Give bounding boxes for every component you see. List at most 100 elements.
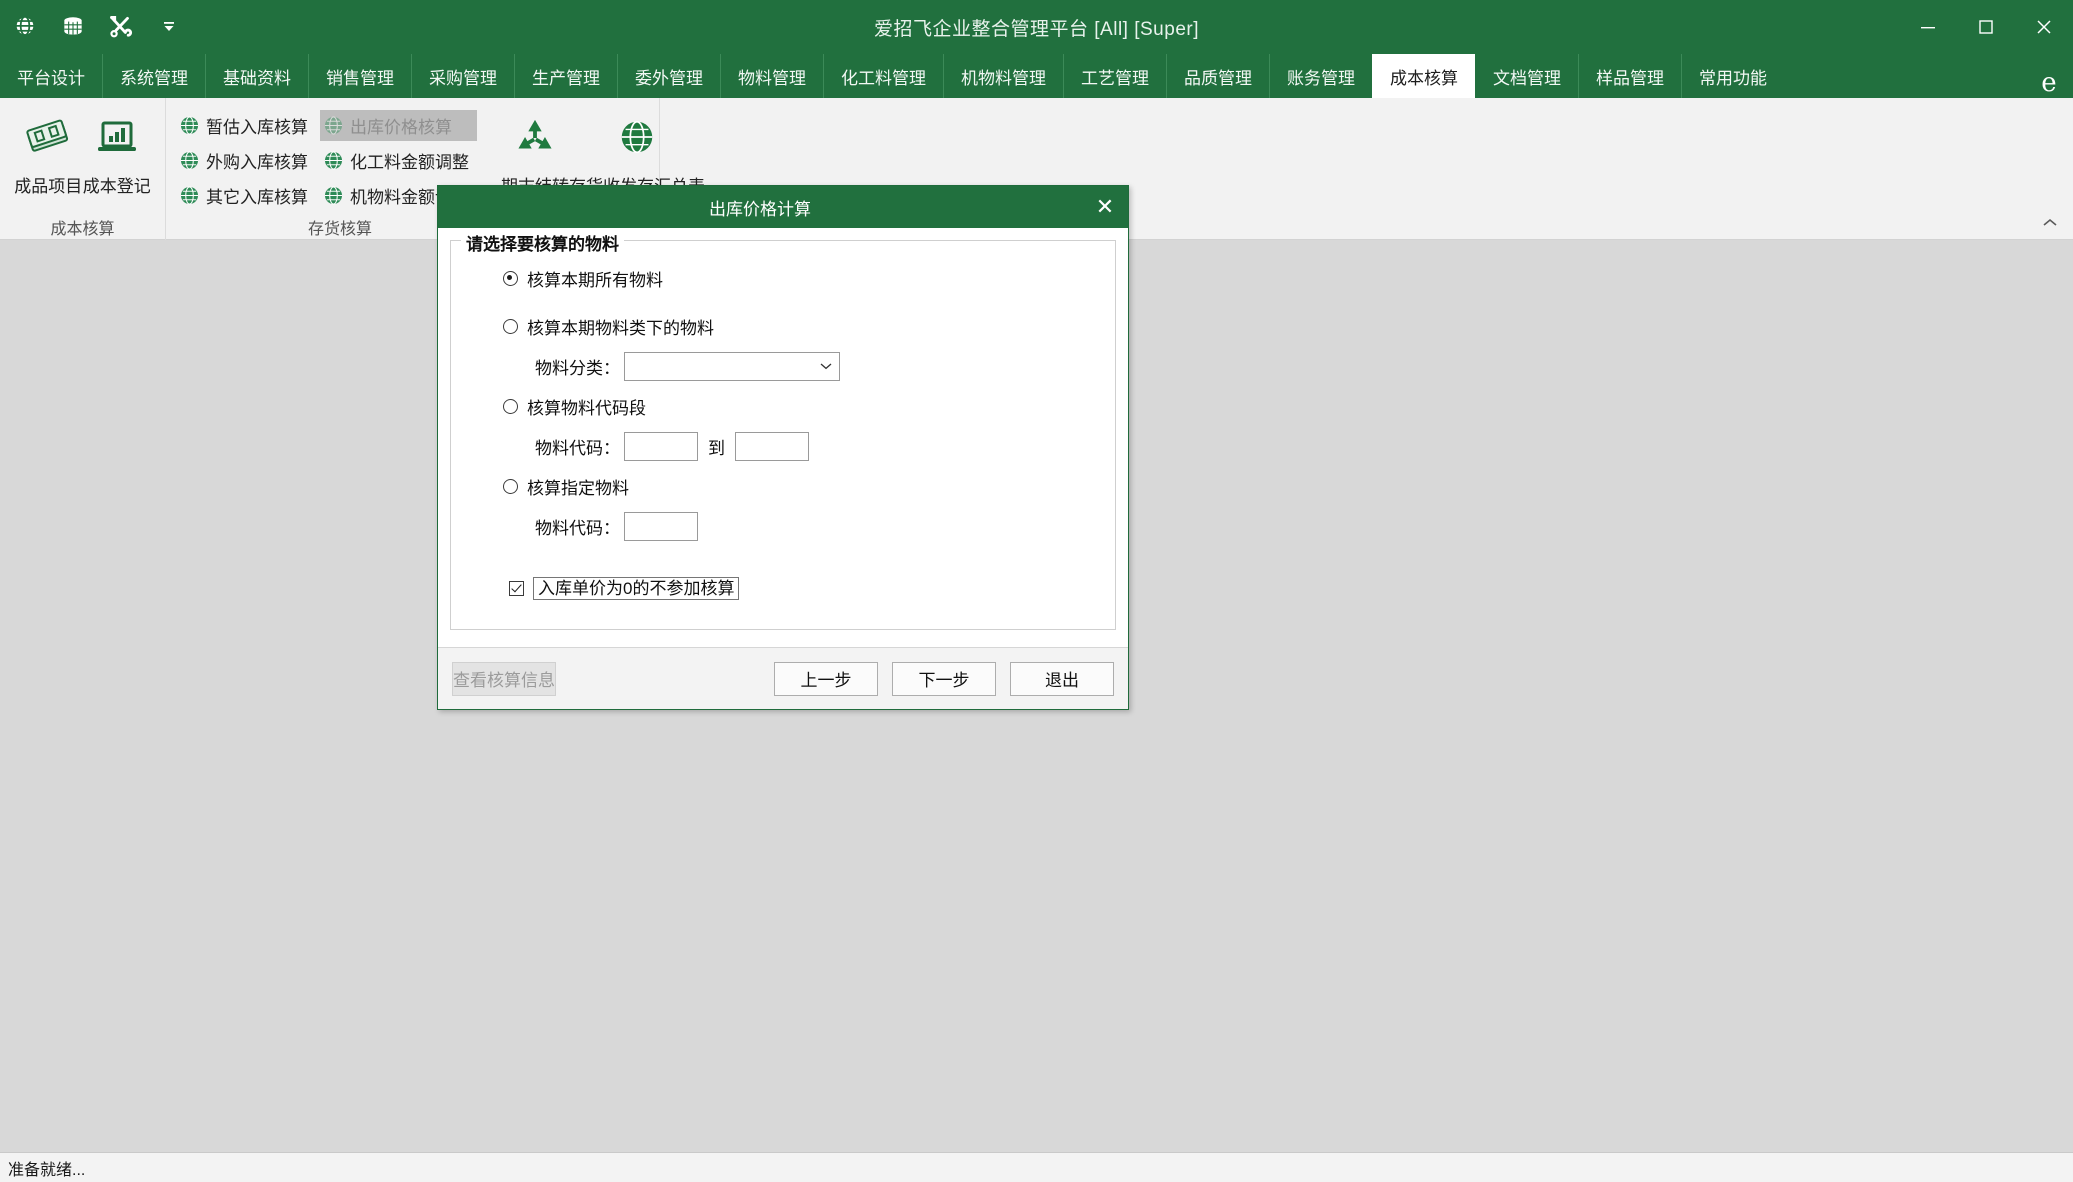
ribbon-button-period-end-carryover[interactable]: 期末结转	[501, 106, 569, 197]
material-code-input[interactable]	[624, 511, 698, 541]
tab-basic-data[interactable]: 基础资料	[205, 54, 308, 98]
close-icon[interactable]	[2015, 0, 2073, 54]
ribbon-button-cost-registration[interactable]: 成本登记	[83, 106, 152, 197]
chevron-down-icon[interactable]	[154, 12, 184, 42]
tab-quality-management[interactable]: 品质管理	[1166, 54, 1269, 98]
recycle-icon	[512, 112, 558, 164]
view-accounting-info-button[interactable]: 查看核算信息	[452, 661, 556, 696]
tab-label: 销售管理	[326, 68, 394, 88]
tab-cost-accounting[interactable]: 成本核算	[1372, 54, 1475, 98]
database-icon[interactable]	[58, 12, 88, 42]
tab-label: 样品管理	[1596, 68, 1664, 88]
ribbon-button-label: 成本登记	[82, 177, 151, 196]
tools-icon[interactable]	[106, 12, 136, 42]
ribbon-button-purchased-inbound-accounting[interactable]: 外购入库核算	[176, 145, 316, 176]
ribbon-button-chemical-amount-adjustment[interactable]: 化工料金额调整	[320, 145, 477, 176]
ribbon-button-label: 其它入库核算	[206, 188, 308, 207]
ribbon-group-title: 成本核算	[50, 221, 115, 238]
chevron-up-icon[interactable]	[2041, 216, 2059, 233]
radio-material-code-range[interactable]: 核算物料代码段	[503, 387, 1101, 425]
ribbon-button-other-inbound-accounting[interactable]: 其它入库核算	[176, 180, 316, 211]
tab-common-functions[interactable]: 常用功能	[1681, 54, 1784, 98]
tab-label: 化工料管理	[841, 68, 926, 88]
page-title: 爱招飞企业整合管理平台 [All] [Super]	[874, 18, 1199, 40]
next-step-button[interactable]: 下一步	[892, 661, 996, 696]
exit-button[interactable]: 退出	[1010, 661, 1114, 696]
checkbox-label: 入库单价为0的不参加核算	[533, 576, 740, 600]
material-code-range-row: 物料代码： 到	[535, 425, 1101, 467]
ribbon-small-column-1: 暂估入库核算 外购入库核算 其它入库核算	[176, 106, 316, 211]
material-selection-group: 请选择要核算的物料 核算本期所有物料 核算本期物料类下的物料 物料分类： 核算物…	[450, 230, 1116, 630]
radio-label: 核算指定物料	[527, 478, 629, 498]
globe-icon	[180, 116, 199, 135]
globe-icon	[324, 116, 343, 135]
minimize-icon[interactable]	[1899, 0, 1957, 54]
tab-label: 基础资料	[223, 68, 291, 88]
material-category-row: 物料分类：	[535, 345, 1101, 387]
material-code-range-label: 物料代码：	[535, 438, 620, 458]
radio-indicator	[503, 398, 518, 414]
radio-label: 核算本期所有物料	[527, 270, 663, 290]
radio-label: 核算本期物料类下的物料	[527, 318, 714, 338]
radio-materials-by-category[interactable]: 核算本期物料类下的物料	[503, 307, 1101, 345]
tab-system-management[interactable]: 系统管理	[102, 54, 205, 98]
chart-laptop-icon	[93, 112, 141, 164]
tab-platform-design[interactable]: 平台设计	[0, 54, 102, 98]
material-code-to-input[interactable]	[735, 431, 809, 461]
tab-label: 平台设计	[17, 68, 85, 88]
ribbon-button-inventory-summary-report[interactable]: 存货收发存汇总表	[569, 106, 705, 197]
maximize-icon[interactable]	[1957, 0, 2015, 54]
globe-icon	[324, 151, 343, 170]
ribbon-button-finished-product-project[interactable]: 成品项目	[14, 106, 83, 197]
money-stack-icon	[24, 112, 72, 164]
outbound-price-calculation-dialog: 出库价格计算 ✕ 请选择要核算的物料 核算本期所有物料 核算本期物料类下的物料 …	[437, 185, 1129, 710]
tab-label: 成本核算	[1390, 68, 1458, 88]
dialog-body: 请选择要核算的物料 核算本期所有物料 核算本期物料类下的物料 物料分类： 核算物…	[438, 228, 1128, 647]
globe-icon	[180, 186, 199, 205]
chevron-down-icon[interactable]	[812, 351, 840, 381]
ribbon-button-label: 出库价格核算	[350, 118, 452, 137]
tab-outsourcing-management[interactable]: 委外管理	[617, 54, 720, 98]
ribbon-button-label: 暂估入库核算	[206, 118, 308, 137]
tab-label: 物料管理	[738, 68, 806, 88]
tab-label: 委外管理	[635, 68, 703, 88]
ribbon-button-label: 化工料金额调整	[350, 153, 469, 172]
ribbon-button-label: 成品项目	[14, 177, 83, 196]
previous-step-button[interactable]: 上一步	[774, 661, 878, 696]
checkbox-indicator	[509, 580, 524, 596]
tab-label: 文档管理	[1493, 68, 1561, 88]
tab-process-management[interactable]: 工艺管理	[1063, 54, 1166, 98]
radio-all-materials[interactable]: 核算本期所有物料	[503, 259, 1101, 297]
range-separator-label: 到	[708, 438, 725, 458]
material-category-input[interactable]	[624, 351, 812, 381]
window-controls	[1899, 0, 2073, 54]
tab-chemical-material-management[interactable]: 化工料管理	[823, 54, 943, 98]
tab-label: 品质管理	[1184, 68, 1252, 88]
ribbon-button-label: 外购入库核算	[206, 153, 308, 172]
material-code-label: 物料代码：	[535, 518, 620, 538]
tab-sample-management[interactable]: 样品管理	[1578, 54, 1681, 98]
radio-indicator	[503, 318, 518, 334]
radio-specific-material[interactable]: 核算指定物料	[503, 467, 1101, 505]
zero-price-exclude-checkbox[interactable]: 入库单价为0的不参加核算	[509, 573, 1101, 603]
close-icon[interactable]: ✕	[1082, 186, 1128, 228]
dialog-title: 出库价格计算	[709, 199, 811, 219]
tab-purchase-management[interactable]: 采购管理	[411, 54, 514, 98]
material-code-from-input[interactable]	[624, 431, 698, 461]
globe-icon	[180, 151, 199, 170]
tab-material-management[interactable]: 物料管理	[720, 54, 823, 98]
tab-machine-material-management[interactable]: 机物料管理	[943, 54, 1063, 98]
quick-access-toolbar	[0, 12, 184, 42]
ribbon-button-provisional-inbound-accounting[interactable]: 暂估入库核算	[176, 110, 316, 141]
tab-document-management[interactable]: 文档管理	[1475, 54, 1578, 98]
tab-account-management[interactable]: 账务管理	[1269, 54, 1372, 98]
material-category-label: 物料分类：	[535, 358, 620, 378]
ribbon-button-outbound-price-accounting[interactable]: 出库价格核算	[320, 110, 477, 141]
ribbon-group-cost-accounting: 成品项目 成本登记 成本核算	[0, 98, 166, 240]
tab-label: 账务管理	[1287, 68, 1355, 88]
tab-sales-management[interactable]: 销售管理	[308, 54, 411, 98]
material-category-combo[interactable]	[624, 351, 840, 381]
tab-production-management[interactable]: 生产管理	[514, 54, 617, 98]
edge-browser-icon[interactable]: e	[2031, 68, 2073, 98]
globe-icon[interactable]	[10, 12, 40, 42]
